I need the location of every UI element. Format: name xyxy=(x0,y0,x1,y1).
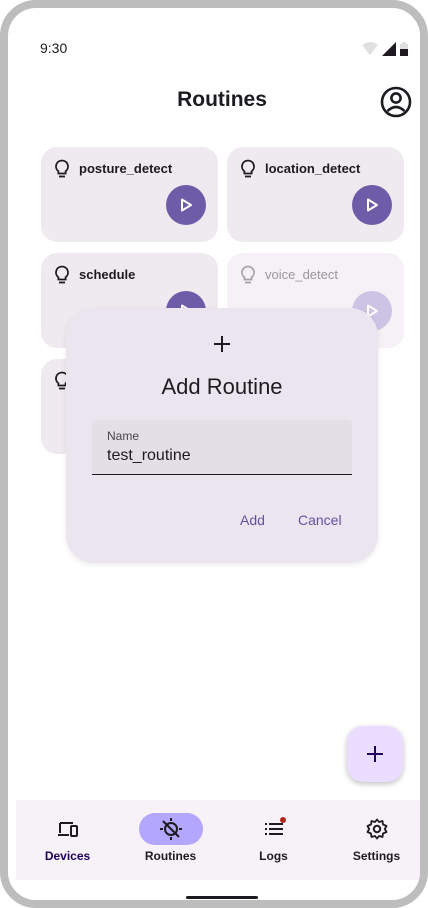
plus-icon xyxy=(214,336,230,352)
wifi-icon xyxy=(362,42,378,55)
bottom-navigation: Devices Routines Logs Settings xyxy=(16,800,420,880)
dialog-title: Add Routine xyxy=(161,374,283,399)
gesture-home-bar[interactable] xyxy=(186,896,258,899)
lightbulb-icon xyxy=(55,159,69,178)
settings-icon xyxy=(366,818,387,840)
play-icon xyxy=(367,198,378,212)
nav-indicator xyxy=(345,813,409,845)
signal-icon xyxy=(382,42,396,56)
account-button[interactable] xyxy=(378,84,414,120)
lightbulb-icon xyxy=(241,159,255,178)
status-time: 9:30 xyxy=(40,40,68,56)
add-button[interactable]: Add xyxy=(240,512,265,528)
routine-card-location-detect[interactable]: location_detect xyxy=(227,147,404,242)
nav-label: Devices xyxy=(44,849,91,863)
plus-icon xyxy=(367,746,383,762)
devices-icon xyxy=(57,822,78,837)
routine-name: voice_detect xyxy=(265,267,338,282)
lightbulb-icon xyxy=(241,265,255,284)
nav-item-devices[interactable]: Devices xyxy=(16,800,119,880)
notification-badge xyxy=(279,817,286,823)
account-circle-icon xyxy=(380,86,412,118)
battery-icon xyxy=(400,42,408,56)
nav-label: Settings xyxy=(352,849,401,863)
lightbulb-icon xyxy=(55,265,69,284)
add-routine-fab[interactable] xyxy=(347,726,403,782)
run-routine-button[interactable] xyxy=(166,185,206,225)
routine-name-field[interactable]: Name test_routine xyxy=(92,420,352,475)
routine-name: schedule xyxy=(79,267,136,282)
play-icon xyxy=(181,198,192,212)
top-app-bar: Routines xyxy=(16,80,420,128)
screen: 9:30 Routines posture_detect location_de… xyxy=(16,16,420,900)
page-title: Routines xyxy=(177,88,267,111)
run-routine-button[interactable] xyxy=(352,185,392,225)
cancel-button[interactable]: Cancel xyxy=(298,512,342,528)
routine-name: posture_detect xyxy=(79,161,173,176)
routines-icon xyxy=(159,818,182,840)
status-icons xyxy=(362,42,408,56)
nav-indicator xyxy=(242,813,306,845)
nav-item-routines[interactable]: Routines xyxy=(119,800,222,880)
field-label: Name xyxy=(107,429,140,443)
field-value[interactable]: test_routine xyxy=(107,447,191,465)
nav-label: Routines xyxy=(144,849,197,863)
nav-label: Logs xyxy=(259,849,288,863)
nav-indicator-active xyxy=(138,813,203,845)
nav-indicator xyxy=(36,813,100,845)
nav-item-logs[interactable]: Logs xyxy=(222,800,325,880)
routine-name: location_detect xyxy=(265,161,361,176)
status-bar: 9:30 xyxy=(16,16,420,64)
routine-card-posture-detect[interactable]: posture_detect xyxy=(41,147,218,242)
add-routine-dialog: Add Routine Name test_routine Add Cancel xyxy=(66,308,378,563)
device-frame: 9:30 Routines posture_detect location_de… xyxy=(0,0,428,908)
nav-item-settings[interactable]: Settings xyxy=(325,800,420,880)
